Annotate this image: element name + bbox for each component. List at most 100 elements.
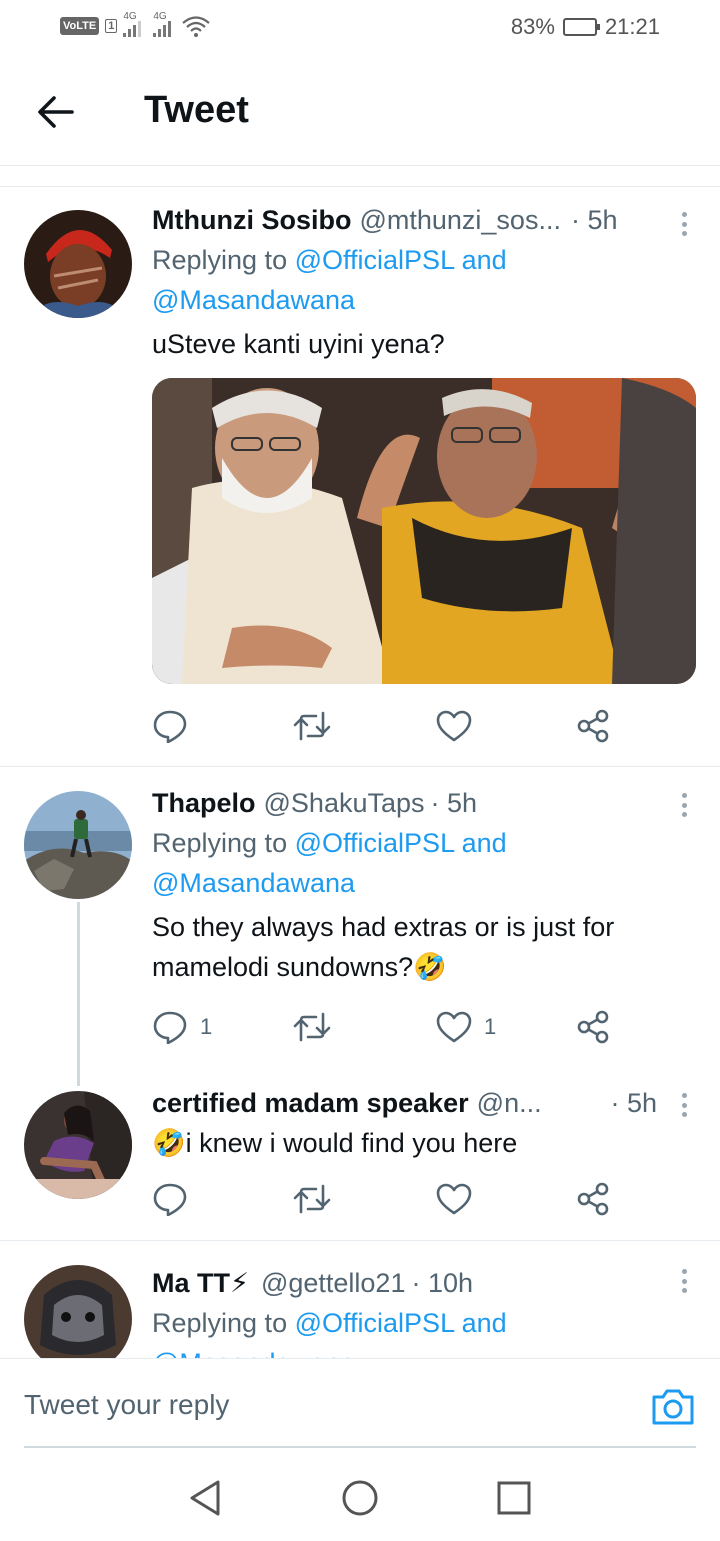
nav-back-icon[interactable] bbox=[186, 1478, 226, 1518]
comment-icon bbox=[153, 1183, 187, 1216]
retweet-icon bbox=[293, 711, 331, 741]
author-handle[interactable]: @gettello21 bbox=[261, 1263, 406, 1303]
retweet-button[interactable] bbox=[292, 706, 332, 746]
mention-and[interactable]: and bbox=[462, 245, 507, 275]
back-button[interactable] bbox=[30, 86, 82, 138]
avatar-image bbox=[24, 791, 132, 899]
network-type-1: 4G bbox=[123, 11, 137, 22]
reply-count: 1 bbox=[200, 1014, 213, 1039]
camera-button[interactable] bbox=[650, 1387, 696, 1427]
like-button[interactable] bbox=[436, 1179, 472, 1219]
reply-button[interactable]: 1 bbox=[152, 1007, 212, 1047]
author-name[interactable]: Ma TT⚡ bbox=[152, 1263, 249, 1303]
reply-input[interactable] bbox=[24, 1389, 584, 1421]
avatar-image bbox=[24, 1091, 132, 1199]
replying-to-label: Replying to bbox=[152, 1308, 288, 1338]
nav-recents-icon[interactable] bbox=[494, 1478, 534, 1518]
tweet-time: · 5h bbox=[430, 788, 478, 818]
network-type-2: 4G bbox=[153, 11, 167, 22]
like-button[interactable]: 1 bbox=[436, 1007, 496, 1047]
author-name[interactable]: Thapelo bbox=[152, 783, 256, 823]
reply-button[interactable] bbox=[152, 706, 188, 746]
tweet-time: · 5h bbox=[610, 1088, 657, 1118]
nav-home-icon[interactable] bbox=[340, 1478, 380, 1518]
mention-link[interactable]: @Masandawana bbox=[152, 868, 355, 898]
wifi-icon bbox=[182, 16, 211, 37]
retweet-button[interactable] bbox=[292, 1179, 332, 1219]
tweet-actions bbox=[152, 706, 632, 746]
heart-icon bbox=[436, 1183, 472, 1215]
system-nav-bar bbox=[0, 1450, 720, 1541]
author-name[interactable]: certified madam speaker bbox=[152, 1083, 469, 1123]
tweet[interactable]: certified madam speaker @n... · 5h 🤣i kn… bbox=[0, 1067, 720, 1240]
replying-to: Replying to @OfficialPSL and @Masandawan… bbox=[152, 1303, 696, 1358]
heart-icon bbox=[436, 710, 472, 742]
camera-icon bbox=[652, 1389, 694, 1425]
tweet-header: Mthunzi Sosibo @mthunzi_sos... · 5h bbox=[152, 200, 657, 240]
like-button[interactable] bbox=[436, 706, 472, 746]
battery-percent: 83% bbox=[510, 14, 555, 39]
mention-link[interactable]: @OfficialPSL bbox=[295, 1308, 454, 1338]
mention-and[interactable]: and bbox=[462, 1308, 507, 1338]
avatar[interactable] bbox=[24, 791, 132, 899]
tweet-time: · 5h bbox=[570, 205, 618, 235]
more-options-button[interactable] bbox=[678, 208, 690, 240]
share-icon bbox=[577, 1182, 609, 1216]
mention-link[interactable]: @OfficialPSL bbox=[295, 245, 454, 275]
battery-icon bbox=[562, 18, 600, 36]
more-options-button[interactable] bbox=[678, 1265, 690, 1297]
status-bar: VoLTE 1 4G 4G 83% 21:21 bbox=[0, 0, 720, 56]
author-handle[interactable]: @mthunzi_sos... bbox=[359, 200, 561, 240]
tweet[interactable]: Ma TT⚡ @gettello21 · 10h Replying to @Of… bbox=[0, 1241, 720, 1358]
comment-icon bbox=[153, 710, 187, 743]
replying-to-label: Replying to bbox=[152, 828, 288, 858]
tweet-header: Thapelo @ShakuTaps · 5h bbox=[152, 783, 696, 823]
clock: 21:21 bbox=[604, 14, 660, 39]
mention-link[interactable]: @OfficialPSL bbox=[295, 828, 454, 858]
arrow-left-icon bbox=[38, 96, 74, 128]
retweet-icon bbox=[293, 1012, 331, 1042]
share-button[interactable] bbox=[576, 1007, 610, 1047]
avatar[interactable] bbox=[24, 1265, 132, 1358]
mention-link[interactable]: @Masandawana bbox=[152, 285, 355, 315]
heart-icon bbox=[436, 1011, 472, 1043]
mention-and[interactable]: and bbox=[462, 828, 507, 858]
more-options-button[interactable] bbox=[678, 1089, 690, 1121]
avatar-image bbox=[24, 210, 132, 318]
replying-to: Replying to @OfficialPSL and @Masandawan… bbox=[152, 240, 696, 320]
reply-button[interactable] bbox=[152, 1179, 188, 1219]
tweet[interactable]: Thapelo @ShakuTaps · 5h Replying to @Off… bbox=[0, 767, 720, 1067]
author-name[interactable]: Mthunzi Sosibo bbox=[152, 200, 351, 240]
volte-badge: VoLTE bbox=[60, 17, 100, 35]
more-options-button[interactable] bbox=[678, 789, 690, 821]
status-right: 83% 21:21 bbox=[511, 14, 660, 40]
tweet-header: certified madam speaker @n... · 5h bbox=[152, 1083, 657, 1123]
sim-indicator: 1 bbox=[105, 19, 118, 33]
page-title: Tweet bbox=[144, 89, 249, 131]
author-handle[interactable]: @n... bbox=[477, 1083, 542, 1123]
retweet-button[interactable] bbox=[292, 1007, 332, 1047]
reply-composer bbox=[0, 1358, 720, 1448]
tweet-text: uSteve kanti uyini yena? bbox=[152, 329, 445, 359]
tweet-time: · 10h bbox=[411, 1268, 474, 1298]
tweet-photo[interactable] bbox=[152, 378, 696, 684]
signal-icon: 4G bbox=[123, 11, 142, 37]
avatar[interactable] bbox=[24, 210, 132, 318]
reply-underline bbox=[24, 1446, 696, 1448]
author-handle[interactable]: @ShakuTaps bbox=[264, 783, 425, 823]
mention-link[interactable]: @Masandawana bbox=[152, 1348, 355, 1358]
share-icon bbox=[577, 1010, 609, 1044]
avatar[interactable] bbox=[24, 1091, 132, 1199]
tweet-header: Ma TT⚡ @gettello21 · 10h bbox=[152, 1263, 696, 1303]
signal-icon-2: 4G bbox=[153, 11, 172, 37]
share-button[interactable] bbox=[576, 1179, 610, 1219]
share-button[interactable] bbox=[576, 706, 610, 746]
tweet-actions: 1 1 bbox=[152, 1007, 632, 1047]
comment-icon bbox=[153, 1011, 187, 1044]
replying-to-label: Replying to bbox=[152, 245, 288, 275]
retweet-icon bbox=[293, 1184, 331, 1214]
avatar-image bbox=[24, 1265, 132, 1358]
tweet[interactable]: Mthunzi Sosibo @mthunzi_sos... · 5h Repl… bbox=[0, 186, 720, 766]
tweet-text: So they always had extras or is just for… bbox=[152, 912, 615, 982]
tweet-text: 🤣i knew i would find you here bbox=[152, 1128, 518, 1158]
